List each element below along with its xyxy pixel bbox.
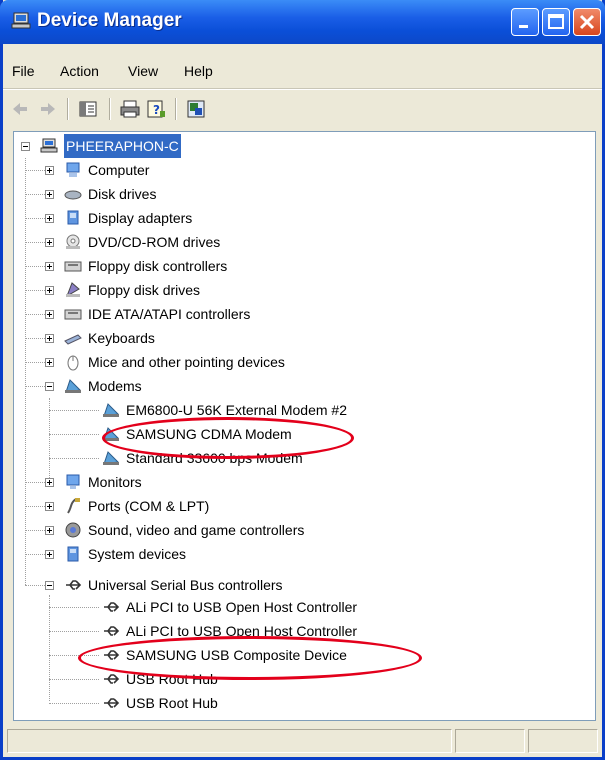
disk-drive-icon (64, 190, 82, 200)
expand-toggle[interactable] (45, 214, 54, 223)
status-panel-main (7, 729, 452, 753)
device-tree: PHEERAPHON-C Computer Disk drives Displa… (13, 131, 596, 721)
system-device-icon (67, 546, 79, 562)
expand-toggle[interactable] (45, 358, 54, 367)
scan-hardware-changes-icon[interactable] (185, 98, 207, 120)
ide-controller-icon (64, 309, 82, 320)
sound-icon (65, 522, 81, 538)
svg-text:?: ? (153, 103, 160, 117)
category-label: IDE ATA/ATAPI controllers (88, 306, 251, 322)
category-label: Ports (COM & LPT) (88, 498, 210, 514)
status-panel-3 (528, 729, 598, 753)
menu-bar: File Action View Help (3, 59, 602, 85)
title-bar[interactable]: Device Manager (0, 0, 605, 44)
expand-toggle[interactable] (45, 286, 54, 295)
device-label: USB Root Hub (126, 695, 218, 711)
minimize-button[interactable] (511, 8, 539, 36)
display-adapter-icon (67, 210, 79, 225)
usb-icon (104, 674, 120, 684)
menu-view[interactable]: View (128, 63, 158, 79)
usb-icon (104, 626, 120, 636)
floppy-drive-icon (66, 282, 80, 298)
keyboard-icon (64, 334, 82, 345)
collapse-toggle[interactable] (45, 581, 54, 590)
tree-line (49, 631, 99, 633)
expand-toggle[interactable] (45, 262, 54, 271)
usb-icon (104, 602, 120, 612)
category-label: Floppy disk drives (88, 282, 201, 298)
device-manager-window: Device Manager File Action View Help ? P… (0, 0, 605, 760)
forward-arrow-icon[interactable] (37, 98, 59, 120)
expand-toggle[interactable] (45, 310, 54, 319)
device-label: ALi PCI to USB Open Host Controller (126, 599, 358, 615)
tree-line (49, 703, 99, 705)
computer-icon (40, 138, 58, 153)
menu-help[interactable]: Help (184, 63, 213, 79)
category-label: Computer (88, 162, 150, 178)
properties-help-icon[interactable]: ? (145, 98, 167, 120)
close-button[interactable] (573, 8, 601, 36)
toolbar: ? (3, 90, 602, 128)
close-icon (579, 14, 595, 30)
show-hide-console-tree-icon[interactable] (77, 98, 99, 120)
root-collapse-toggle[interactable] (21, 142, 30, 151)
category-label: System devices (88, 546, 187, 562)
maximize-button[interactable] (542, 8, 570, 36)
category-label: Monitors (88, 474, 142, 490)
tree-line (49, 595, 51, 701)
expand-toggle[interactable] (45, 502, 54, 511)
highlight-circle-usb-composite (78, 636, 422, 680)
category-label: Sound, video and game controllers (88, 522, 305, 538)
category-label: Floppy disk controllers (88, 258, 228, 274)
menu-file[interactable]: File (12, 63, 35, 79)
expand-toggle[interactable] (45, 526, 54, 535)
expand-toggle[interactable] (45, 334, 54, 343)
floppy-controller-icon (64, 261, 82, 272)
toolbar-separator (109, 98, 110, 120)
device-manager-icon (11, 12, 31, 29)
status-panel-2 (455, 729, 525, 753)
category-label: DVD/CD-ROM drives (88, 234, 221, 250)
minimize-icon (519, 25, 528, 28)
modem-icon (103, 451, 120, 465)
expand-toggle[interactable] (45, 550, 54, 559)
back-arrow-icon[interactable] (9, 98, 31, 120)
root-label: PHEERAPHON-C (64, 134, 181, 158)
category-label: Mice and other pointing devices (88, 354, 285, 370)
usb-icon (66, 580, 82, 590)
expand-toggle[interactable] (45, 190, 54, 199)
computer-icon (66, 162, 80, 177)
menu-action[interactable]: Action (60, 63, 99, 79)
tree-line (25, 158, 27, 585)
print-icon[interactable] (119, 98, 141, 120)
tree-line (49, 410, 99, 412)
category-label: Modems (88, 378, 142, 394)
toolbar-separator (175, 98, 176, 120)
modem-icon (103, 403, 120, 417)
expand-toggle[interactable] (45, 238, 54, 247)
cdrom-icon (66, 234, 80, 249)
expand-toggle[interactable] (45, 166, 54, 175)
category-label: Universal Serial Bus controllers (88, 577, 283, 593)
tree-line (49, 679, 99, 681)
usb-icon (104, 698, 120, 708)
window-title: Device Manager (37, 10, 182, 31)
highlight-circle-cdma-modem (102, 417, 354, 459)
collapse-toggle[interactable] (45, 382, 54, 391)
category-label: Disk drives (88, 186, 157, 202)
tree-line (49, 607, 99, 609)
mouse-icon (67, 355, 79, 371)
category-label: Keyboards (88, 330, 155, 346)
modem-icon (65, 379, 82, 393)
maximize-icon (548, 14, 564, 29)
expand-toggle[interactable] (45, 478, 54, 487)
port-icon (67, 498, 80, 514)
status-bar (3, 725, 602, 757)
category-label: Display adapters (88, 210, 193, 226)
toolbar-separator (67, 98, 68, 120)
tree-line (49, 458, 99, 460)
monitor-icon (66, 474, 80, 489)
tree-line (49, 434, 99, 436)
